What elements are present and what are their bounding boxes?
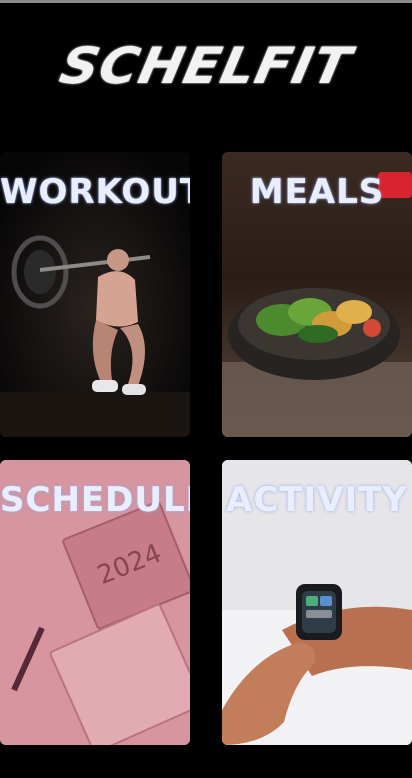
schedule-label: SCHEDULE xyxy=(0,480,190,520)
schedule-tile[interactable]: 2024 SCHEDULE xyxy=(0,460,190,745)
activity-label: ACTIVITY xyxy=(226,480,408,520)
top-divider xyxy=(0,0,412,3)
app-logo-text: SCHELFIT xyxy=(55,37,357,95)
meals-tile[interactable]: MEALS xyxy=(222,152,412,437)
activity-tile[interactable]: ACTIVITY xyxy=(222,460,412,745)
workout-label: WORKOUT xyxy=(0,172,190,212)
app-logo: SCHELFIT xyxy=(0,36,412,96)
meals-label: MEALS xyxy=(249,172,385,212)
workout-tile[interactable]: WORKOUT xyxy=(0,152,190,437)
